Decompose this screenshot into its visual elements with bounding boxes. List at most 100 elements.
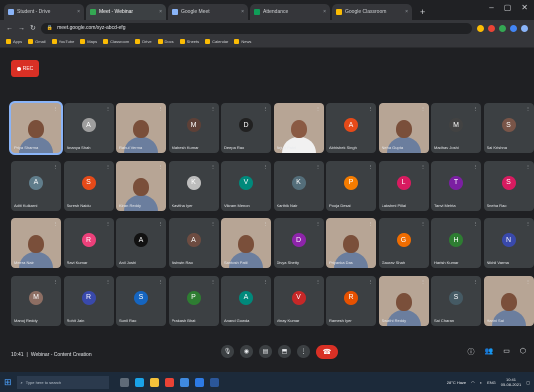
- wifi-icon[interactable]: ◠: [471, 380, 475, 385]
- participant-tile[interactable]: ⋮ Kiran Reddy: [116, 160, 166, 211]
- close-tab-icon[interactable]: ×: [241, 9, 244, 15]
- people-icon[interactable]: 👥: [485, 347, 494, 357]
- close-tab-icon[interactable]: ×: [405, 9, 408, 15]
- taskbar-search[interactable]: ⌕ Type here to search: [16, 375, 109, 389]
- camera-button[interactable]: ◉: [240, 345, 253, 358]
- tile-options-icon[interactable]: ⋮: [106, 164, 111, 169]
- bookmark-item[interactable]: YouTube: [51, 39, 74, 44]
- participant-tile[interactable]: ⋮ Meera Nair: [11, 218, 61, 268]
- participant-tile[interactable]: A ⋮ Abhishek Singh: [326, 103, 376, 153]
- tile-options-icon[interactable]: ⋮: [526, 279, 531, 284]
- present-button[interactable]: ⬒: [278, 345, 291, 358]
- participant-tile[interactable]: V ⋮ Vikram Menon: [221, 160, 271, 211]
- participant-tile[interactable]: V ⋮ Vinay Kumar: [273, 275, 324, 326]
- participant-tile[interactable]: D ⋮ Deepa Rao: [221, 103, 271, 153]
- maximize-icon[interactable]: ▢: [504, 3, 512, 12]
- participant-tile[interactable]: ⋮ Harini Sai: [483, 275, 534, 326]
- participant-tile[interactable]: ⋮ Arjun Patel: [273, 103, 324, 153]
- leave-call-button[interactable]: ☎: [316, 345, 338, 359]
- tile-options-icon[interactable]: ⋮: [473, 221, 478, 226]
- tile-options-icon[interactable]: ⋮: [368, 279, 373, 284]
- tile-options-icon[interactable]: ⋮: [368, 221, 373, 226]
- profile-avatar[interactable]: [521, 24, 528, 32]
- minimize-icon[interactable]: –: [489, 3, 493, 12]
- participant-tile[interactable]: A ⋮ Aditi Kulkarni: [11, 160, 61, 211]
- tile-options-icon[interactable]: ⋮: [526, 221, 531, 226]
- tile-options-icon[interactable]: ⋮: [263, 279, 268, 284]
- browser-tab[interactable]: Meet - Webinar ×: [86, 4, 166, 20]
- tile-options-icon[interactable]: ⋮: [421, 221, 426, 226]
- bookmark-item[interactable]: Gmail: [28, 39, 46, 44]
- participant-tile[interactable]: R ⋮ Ramesh Iyer: [326, 275, 376, 326]
- new-tab-icon[interactable]: +: [414, 7, 431, 20]
- participant-tile[interactable]: S ⋮ Sunil Rao: [116, 275, 166, 326]
- tile-options-icon[interactable]: ⋮: [106, 221, 111, 226]
- tile-options-icon[interactable]: ⋮: [53, 164, 58, 169]
- participant-tile[interactable]: H ⋮ Harish Kumar: [431, 218, 481, 268]
- info-icon[interactable]: ⓘ: [468, 347, 475, 357]
- browser-tab[interactable]: Attendance ×: [250, 4, 330, 20]
- participant-tile[interactable]: M ⋮ Madhav Joshi: [431, 103, 481, 153]
- start-windows-icon[interactable]: ⊞: [4, 377, 12, 388]
- participant-tile[interactable]: ⋮ Neha Gupta: [378, 103, 429, 153]
- bookmark-item[interactable]: Sheets: [179, 39, 199, 44]
- chat-icon[interactable]: ▭: [503, 347, 510, 357]
- participant-tile[interactable]: S ⋮ Sai Charan: [431, 275, 481, 326]
- mail-icon[interactable]: [194, 377, 204, 387]
- tile-options-icon[interactable]: ⋮: [473, 279, 478, 284]
- tile-options-icon[interactable]: ⋮: [211, 279, 216, 284]
- tile-options-icon[interactable]: ⋮: [158, 106, 163, 111]
- participant-tile[interactable]: A ⋮ Ananya Shah: [63, 103, 114, 153]
- extension-icon[interactable]: [477, 24, 484, 32]
- activities-icon[interactable]: ⬡: [520, 347, 526, 357]
- close-window-icon[interactable]: ✕: [521, 3, 528, 12]
- tile-options-icon[interactable]: ⋮: [106, 279, 111, 284]
- tile-options-icon[interactable]: ⋮: [421, 164, 426, 169]
- close-tab-icon[interactable]: ×: [159, 9, 162, 15]
- tile-options-icon[interactable]: ⋮: [106, 106, 111, 111]
- close-tab-icon[interactable]: ×: [77, 9, 80, 15]
- word-icon[interactable]: [209, 377, 219, 387]
- participant-tile[interactable]: ⋮ Priyanka Das: [326, 218, 376, 268]
- participant-tile[interactable]: A ⋮ Anand Gowda: [221, 275, 271, 326]
- store-icon[interactable]: [179, 377, 189, 387]
- extension-icon[interactable]: [510, 24, 517, 32]
- forward-icon[interactable]: →: [18, 25, 25, 32]
- bookmark-item[interactable]: Calendar: [205, 39, 228, 44]
- chrome-icon[interactable]: [164, 377, 174, 387]
- tile-options-icon[interactable]: ⋮: [421, 106, 426, 111]
- mic-button[interactable]: 🎙: [221, 345, 234, 358]
- participant-tile[interactable]: S ⋮ Suresh Naidu: [63, 160, 114, 211]
- participant-tile[interactable]: ⋮ Priya Sharma: [11, 103, 61, 153]
- participant-tile[interactable]: ⋮ Santosh Patil: [221, 218, 271, 268]
- participant-tile[interactable]: A ⋮ Ashwin Rao: [168, 218, 219, 268]
- back-icon[interactable]: ←: [6, 25, 13, 32]
- participant-tile[interactable]: P ⋮ Prakash Bhat: [168, 275, 219, 326]
- tile-options-icon[interactable]: ⋮: [368, 106, 373, 111]
- participant-tile[interactable]: K ⋮ Kavitha Iyer: [168, 160, 219, 211]
- more-options-button[interactable]: ⋮: [297, 345, 310, 358]
- participant-tile[interactable]: M ⋮ Mahesh Kumar: [168, 103, 219, 153]
- close-tab-icon[interactable]: ×: [323, 9, 326, 15]
- participant-tile[interactable]: M ⋮ Manoj Reddy: [11, 275, 61, 326]
- file-explorer-icon[interactable]: [149, 377, 159, 387]
- edge-icon[interactable]: [134, 377, 144, 387]
- tile-options-icon[interactable]: ⋮: [53, 221, 58, 226]
- bookmark-item[interactable]: Maps: [80, 39, 97, 44]
- participant-tile[interactable]: S ⋮ Sai Krishna: [483, 103, 534, 153]
- participant-tile[interactable]: S ⋮ Sneha Rao: [483, 160, 534, 211]
- participant-tile[interactable]: G ⋮ Gaurav Shah: [378, 218, 429, 268]
- captions-button[interactable]: ▤: [259, 345, 272, 358]
- participant-tile[interactable]: R ⋮ Ravi Kumar: [63, 218, 114, 268]
- tile-options-icon[interactable]: ⋮: [158, 164, 163, 169]
- tile-options-icon[interactable]: ⋮: [316, 164, 321, 169]
- tile-options-icon[interactable]: ⋮: [316, 221, 321, 226]
- tile-options-icon[interactable]: ⋮: [53, 106, 58, 111]
- volume-icon[interactable]: ◖: [480, 380, 482, 385]
- tile-options-icon[interactable]: ⋮: [316, 106, 321, 111]
- tile-options-icon[interactable]: ⋮: [211, 106, 216, 111]
- tile-options-icon[interactable]: ⋮: [263, 164, 268, 169]
- bookmark-item[interactable]: Apps: [6, 39, 22, 44]
- task-view-icon[interactable]: [119, 377, 129, 387]
- participant-tile[interactable]: R ⋮ Rohit Jain: [63, 275, 114, 326]
